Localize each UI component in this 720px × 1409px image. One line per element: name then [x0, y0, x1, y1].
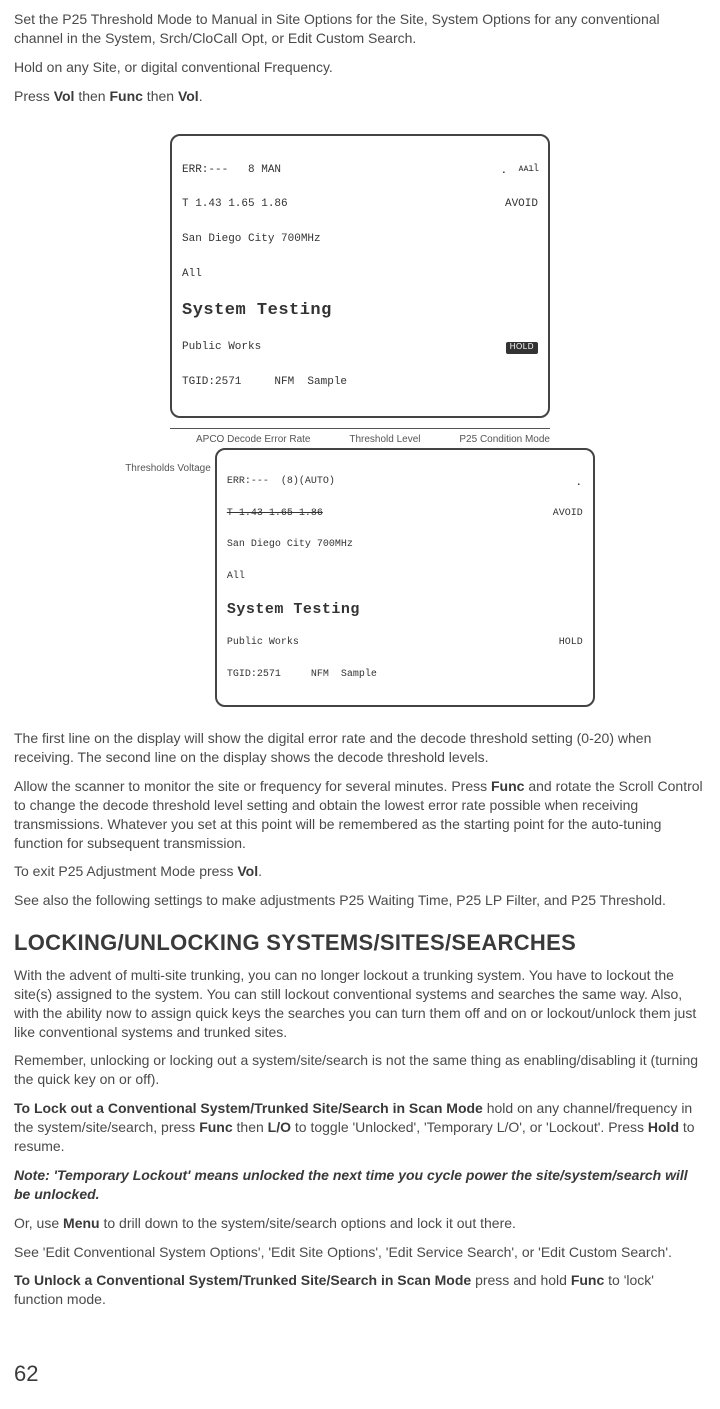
para: To Unlock a Conventional System/Trunked …: [14, 1271, 706, 1309]
para: To exit P25 Adjustment Mode press Vol.: [14, 862, 706, 881]
lcd-screen-2: ERR:--- (8)(AUTO)⡀ T 1.43 1.65 1.86AVOID…: [215, 448, 595, 707]
figure-p25-displays: ERR:--- 8 MAN⡀ ᴀᴀıl T 1.43 1.65 1.86AVOI…: [14, 134, 706, 708]
annotation-thresholds-voltage: Thresholds Voltage: [125, 448, 215, 476]
annotation-row: APCO Decode Error Rate Threshold Level P…: [150, 433, 570, 447]
heading-locking-unlocking: LOCKING/UNLOCKING SYSTEMS/SITES/SEARCHES: [14, 928, 706, 958]
para: Hold on any Site, or digital conventiona…: [14, 58, 706, 77]
para: Press Vol then Func then Vol.: [14, 87, 706, 106]
page-number: 62: [14, 1359, 706, 1389]
para: With the advent of multi-site trunking, …: [14, 966, 706, 1042]
para: Or, use Menu to drill down to the system…: [14, 1214, 706, 1233]
para: See 'Edit Conventional System Options', …: [14, 1243, 706, 1262]
para: Allow the scanner to monitor the site or…: [14, 777, 706, 853]
lcd-screen-1: ERR:--- 8 MAN⡀ ᴀᴀıl T 1.43 1.65 1.86AVOI…: [170, 134, 550, 418]
hold-badge: HOLD: [506, 342, 538, 354]
figure-divider: [170, 428, 550, 429]
para: To Lock out a Conventional System/Trunke…: [14, 1099, 706, 1156]
para: Set the P25 Threshold Mode to Manual in …: [14, 10, 706, 48]
para: Remember, unlocking or locking out a sys…: [14, 1051, 706, 1089]
para: See also the following settings to make …: [14, 891, 706, 910]
hold-badge: HOLD: [559, 638, 583, 649]
para: The first line on the display will show …: [14, 729, 706, 767]
note-temporary-lockout: Note: 'Temporary Lockout' means unlocked…: [14, 1166, 706, 1204]
